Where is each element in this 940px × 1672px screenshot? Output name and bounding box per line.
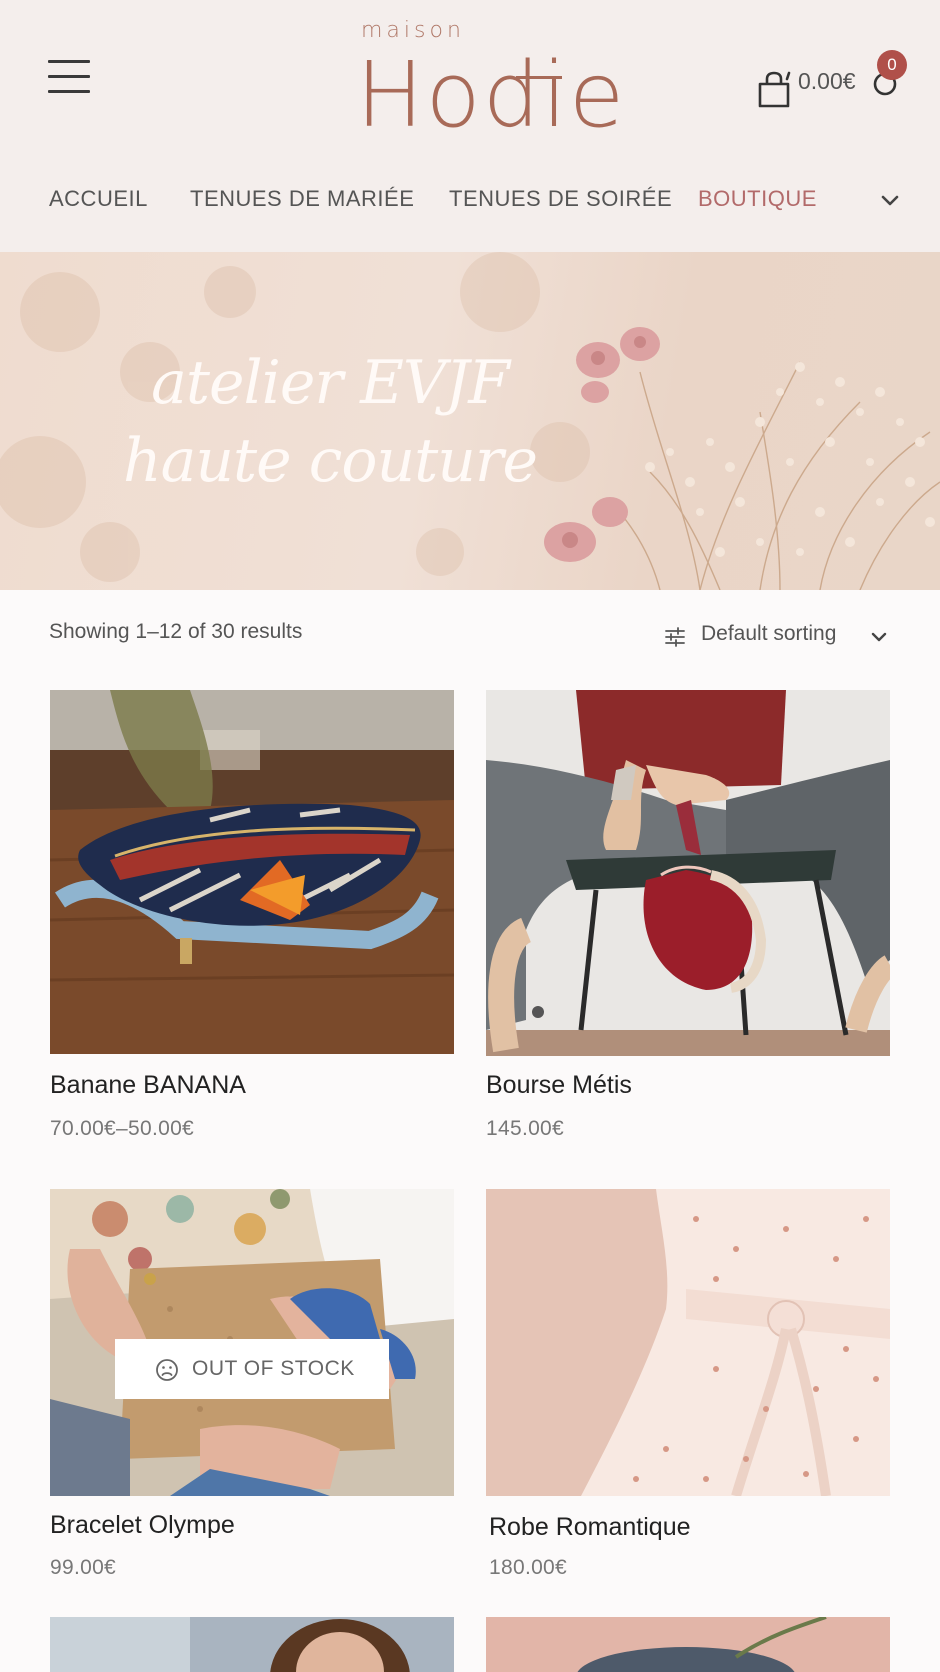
cart-amount[interactable]: 0.00€ [798, 68, 856, 95]
product-price: 145.00€ [486, 1117, 565, 1140]
site-header: maison Hodie 0.00€ 0 ACCUEIL TENUES DE M… [0, 0, 940, 252]
product-price: 70.00€–50.00€ [50, 1117, 195, 1140]
chevron-down-icon [871, 632, 887, 642]
logo-wordmark: Hodie [356, 43, 627, 148]
product-photo [486, 1617, 890, 1672]
product-price: 99.00€ [50, 1556, 117, 1579]
portrait-photo [50, 1617, 454, 1672]
product-price: 180.00€ [489, 1556, 568, 1579]
product-name[interactable]: Bourse Métis [486, 1071, 632, 1100]
site-logo[interactable]: maison Hodie [356, 18, 624, 144]
product-card[interactable] [50, 1617, 454, 1672]
sliders-icon [665, 627, 685, 647]
nav-item-tenues-de-mariee[interactable]: TENUES DE MARIÉE [190, 186, 414, 212]
fanny-pack-photo [50, 690, 454, 1054]
drawstring-bag-photo [486, 690, 890, 1056]
product-name[interactable]: Robe Romantique [489, 1513, 691, 1542]
product-image[interactable] [486, 1617, 890, 1672]
product-card[interactable] [486, 1617, 890, 1672]
product-image[interactable] [50, 690, 454, 1054]
nav-item-boutique[interactable]: BOUTIQUE [698, 186, 817, 212]
cart-count-badge: 0 [877, 50, 907, 80]
hero-banner: atelier EVJF haute couture [0, 252, 940, 590]
product-name[interactable]: Banane BANANA [50, 1071, 246, 1100]
chevron-down-icon[interactable] [878, 188, 902, 212]
nav-item-accueil[interactable]: ACCUEIL [49, 186, 148, 212]
out-of-stock-badge: OUT OF STOCK [115, 1339, 389, 1399]
sort-dropdown[interactable]: Default sorting [664, 622, 894, 652]
product-card[interactable]: Banane BANANA 70.00€–50.00€ [50, 690, 454, 1150]
product-name[interactable]: Bracelet Olympe [50, 1511, 235, 1540]
product-image[interactable] [486, 1189, 890, 1496]
sad-face-icon [156, 1359, 178, 1381]
floral-dress-photo [486, 1189, 890, 1496]
product-image[interactable] [486, 690, 890, 1056]
hero-title: atelier EVJF haute couture [90, 344, 570, 500]
out-of-stock-label: OUT OF STOCK [192, 1357, 355, 1380]
hero-title-line-2: haute couture [122, 426, 538, 496]
hero-title-line-1: atelier EVJF [151, 348, 510, 418]
sort-label: Default sorting [701, 622, 837, 645]
result-count: Showing 1–12 of 30 results [49, 620, 303, 643]
shopping-bag-icon[interactable] [756, 70, 796, 110]
product-image[interactable] [50, 1617, 454, 1672]
nav-item-tenues-de-soiree[interactable]: TENUES DE SOIRÉE [449, 186, 672, 212]
product-image[interactable]: OUT OF STOCK [50, 1189, 454, 1496]
main-nav: ACCUEIL TENUES DE MARIÉE TENUES DE SOIRÉ… [0, 186, 940, 216]
menu-icon[interactable] [48, 60, 92, 94]
logo-macron [516, 76, 562, 79]
product-card[interactable]: OUT OF STOCK Bracelet Olympe 99.00€ [50, 1189, 454, 1589]
product-card[interactable]: Robe Romantique 180.00€ [486, 1189, 890, 1589]
product-card[interactable]: Bourse Métis 145.00€ [486, 690, 890, 1150]
logo-tagline: maison [361, 18, 465, 43]
